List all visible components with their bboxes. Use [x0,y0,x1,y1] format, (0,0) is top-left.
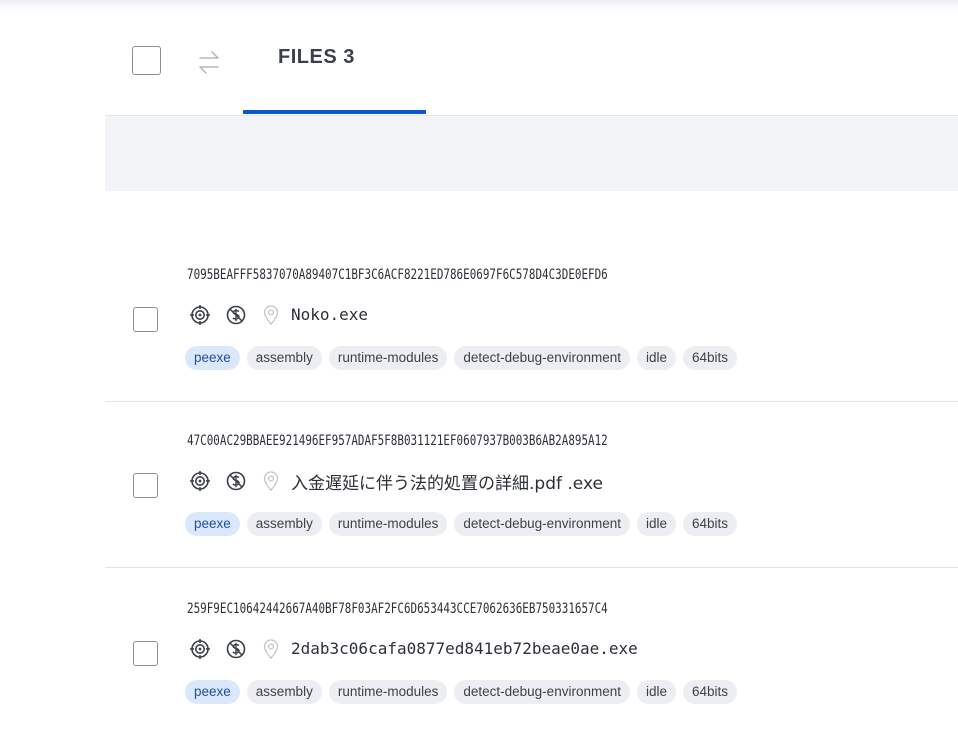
tab-files-label: FILES 3 [278,46,355,68]
location-pin-icon[interactable] [261,638,281,660]
swap-arrows-icon[interactable] [194,43,224,81]
tag[interactable]: 64bits [683,680,738,704]
row-checkbox[interactable] [133,641,158,666]
file-row: 47C00AC29BBAEE921496EF957ADAF5F8B031121E… [105,402,958,568]
target-icon[interactable] [189,304,211,326]
row-divider [105,567,958,568]
no-dollar-icon[interactable] [225,304,247,326]
row-checkbox[interactable] [133,473,158,498]
no-dollar-icon[interactable] [225,470,247,492]
top-shadow [0,0,958,10]
tag[interactable]: runtime-modules [328,680,448,704]
target-icon[interactable] [189,638,211,660]
tag[interactable]: detect-debug-environment [454,346,630,370]
tag[interactable]: assembly [246,346,322,370]
tag[interactable]: assembly [246,680,322,704]
location-pin-icon[interactable] [261,304,281,326]
file-row: 7095BEAFFF5837070A89407C1BF3C6ACF8221ED7… [105,236,958,402]
tag[interactable]: detect-debug-environment [454,680,630,704]
tag[interactable]: assembly [246,512,322,536]
tag[interactable]: 64bits [683,512,738,536]
tag[interactable]: idle [636,512,676,536]
tag[interactable]: 64bits [683,346,738,370]
file-name[interactable]: 入金遅延に伴う法的処置の詳細.pdf .exe [291,469,603,494]
file-hash[interactable]: 47C00AC29BBAEE921496EF957ADAF5F8B031121E… [187,433,608,449]
tag-list: peexe assembly runtime-modules detect-de… [185,680,738,704]
tag[interactable]: idle [636,346,676,370]
file-row: 259F9EC10642442667A40BF78F03AF2FC6D65344… [105,570,958,736]
location-pin-icon[interactable] [261,470,281,492]
tag[interactable]: peexe [185,346,240,370]
tag[interactable]: runtime-modules [328,512,448,536]
no-dollar-icon[interactable] [225,638,247,660]
tag[interactable]: idle [636,680,676,704]
tab-files[interactable]: FILES 3 [243,32,426,114]
tag-list: peexe assembly runtime-modules detect-de… [185,346,738,370]
tab-active-indicator [243,110,426,114]
file-name[interactable]: 2dab3c06cafa0877ed841eb72beae0ae.exe [291,639,638,658]
tag-list: peexe assembly runtime-modules detect-de… [185,512,738,536]
file-hash[interactable]: 259F9EC10642442667A40BF78F03AF2FC6D65344… [187,601,608,617]
tag[interactable]: detect-debug-environment [454,512,630,536]
row-checkbox[interactable] [133,307,158,332]
tag[interactable]: peexe [185,680,240,704]
file-name[interactable]: Noko.exe [291,305,368,324]
tag[interactable]: runtime-modules [328,346,448,370]
file-hash[interactable]: 7095BEAFFF5837070A89407C1BF3C6ACF8221ED7… [187,267,608,283]
target-icon[interactable] [189,470,211,492]
tag[interactable]: peexe [185,512,240,536]
select-all-checkbox[interactable] [132,46,161,75]
toolbar-area [105,116,958,191]
